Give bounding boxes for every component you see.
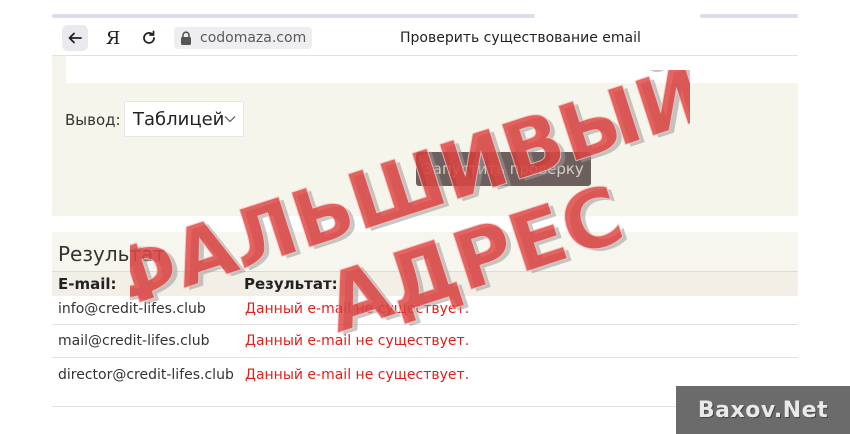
page-title: Проверить существование email	[400, 30, 641, 46]
tab-strip-right	[700, 14, 798, 18]
lock-icon	[178, 29, 194, 47]
column-result: Результат:	[244, 275, 338, 293]
tab-strip-left	[52, 14, 535, 18]
url-text: codomaza.com	[200, 30, 307, 46]
table-row: info@credit-lifes.club Данный e-mail не …	[52, 296, 798, 325]
arrow-left-icon	[68, 32, 82, 44]
output-label: Вывод:	[65, 111, 121, 129]
row-result: Данный e-mail не существует.	[245, 367, 470, 383]
row-email: info@credit-lifes.club	[58, 301, 206, 317]
column-email: E-mail:	[58, 275, 117, 293]
reload-button[interactable]	[136, 25, 162, 51]
back-button[interactable]	[62, 25, 88, 51]
result-table-header: E-mail: Результат:	[52, 271, 798, 297]
watermark-text: Baxov.Net	[697, 397, 829, 423]
chevron-down-icon	[224, 116, 236, 123]
reload-icon	[143, 30, 155, 44]
row-result: Данный e-mail не существует.	[245, 333, 470, 349]
yandex-button[interactable]: Я	[100, 25, 126, 51]
table-row: mail@credit-lifes.club Данный e-mail не …	[52, 325, 798, 358]
email-textarea[interactable]	[66, 56, 798, 83]
row-result: Данный e-mail не существует.	[245, 301, 470, 317]
row-email: mail@credit-lifes.club	[58, 333, 210, 349]
check-form-panel: Вывод: Таблицей Запустить проверку	[52, 56, 798, 216]
output-select[interactable]: Таблицей	[124, 101, 244, 137]
result-title: Результат	[58, 242, 165, 266]
address-bar[interactable]: codomaza.com	[174, 27, 313, 49]
output-select-value: Таблицей	[133, 108, 225, 130]
run-check-button[interactable]: Запустить проверку	[416, 152, 591, 186]
row-email: director@credit-lifes.club	[58, 367, 234, 383]
watermark: Baxov.Net	[676, 386, 850, 434]
browser-toolbar: Я codomaza.com Проверить существование e…	[52, 21, 798, 56]
